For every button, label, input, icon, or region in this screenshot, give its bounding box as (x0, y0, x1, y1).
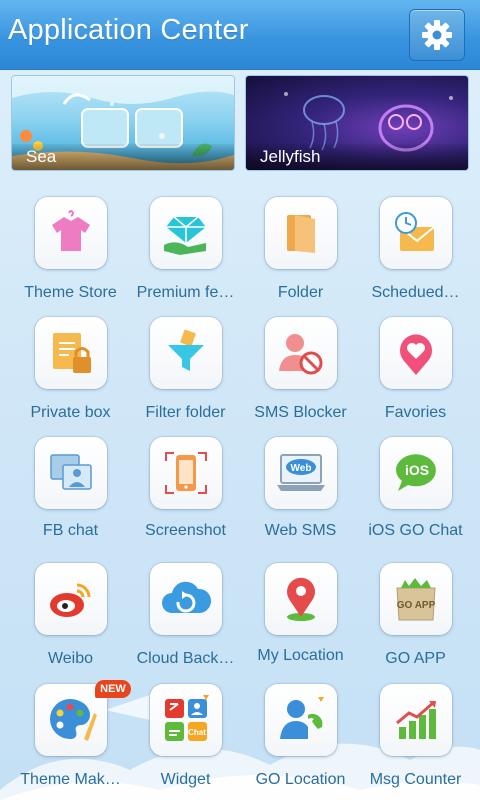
weibo-icon (50, 583, 91, 617)
new-badge: NEW (95, 680, 131, 698)
phone-capture-icon (165, 452, 207, 494)
app-label: FB chat (42, 522, 99, 539)
photo-chat-icon (50, 454, 92, 490)
bar-chart-icon (396, 701, 436, 739)
app-label: SMS Blocker (254, 404, 347, 421)
scheduled-mail-icon (395, 212, 435, 251)
folder-icon (287, 215, 315, 253)
app-label: Msg Counter (369, 771, 462, 788)
ios-bubble-icon: iOS (395, 454, 436, 491)
diamond-icon (164, 216, 206, 255)
location-call-icon (280, 697, 324, 739)
app-label: Private box (30, 404, 111, 421)
go-app-bag-icon: GO APP (396, 578, 436, 621)
funnel-icon (168, 329, 204, 371)
app-label: Theme Mak… (20, 771, 121, 788)
web-laptop-icon: Web (277, 454, 325, 491)
app-label: Premium fe… (136, 284, 235, 301)
cloud-sync-icon (162, 581, 212, 613)
app-label: iOS GO Chat (368, 522, 463, 539)
app-label: Theme Store (24, 284, 117, 301)
app-label: Widget (160, 771, 211, 788)
svg-text:Chat: Chat (188, 728, 206, 737)
app-label: Folder (277, 284, 324, 301)
app-label: My Location (257, 647, 344, 664)
lock-box-icon (53, 333, 91, 373)
svg-text:Web: Web (291, 463, 312, 474)
app-label: Favories (384, 404, 447, 421)
app-label: Cloud Back… (136, 650, 235, 667)
svg-text:iOS: iOS (405, 462, 429, 478)
app-label: Filter folder (145, 404, 226, 421)
svg-text:GO APP: GO APP (397, 600, 436, 611)
app-label: Web SMS (264, 522, 337, 539)
palette-icon (50, 699, 97, 741)
app-label: GO Location (255, 771, 346, 788)
widget-grid-icon: Chat (165, 695, 209, 741)
app-label: Weibo (47, 650, 94, 667)
map-pin-icon (287, 577, 315, 621)
app-grid: Theme Store Premium fe… Folder Schedued…… (0, 0, 480, 800)
app-label: GO APP (385, 650, 446, 667)
app-label: Screenshot (145, 522, 226, 539)
heart-pin-icon (400, 334, 432, 375)
user-block-icon (279, 334, 323, 375)
shirt-icon (52, 210, 90, 251)
app-label: Schedued… (371, 284, 460, 301)
